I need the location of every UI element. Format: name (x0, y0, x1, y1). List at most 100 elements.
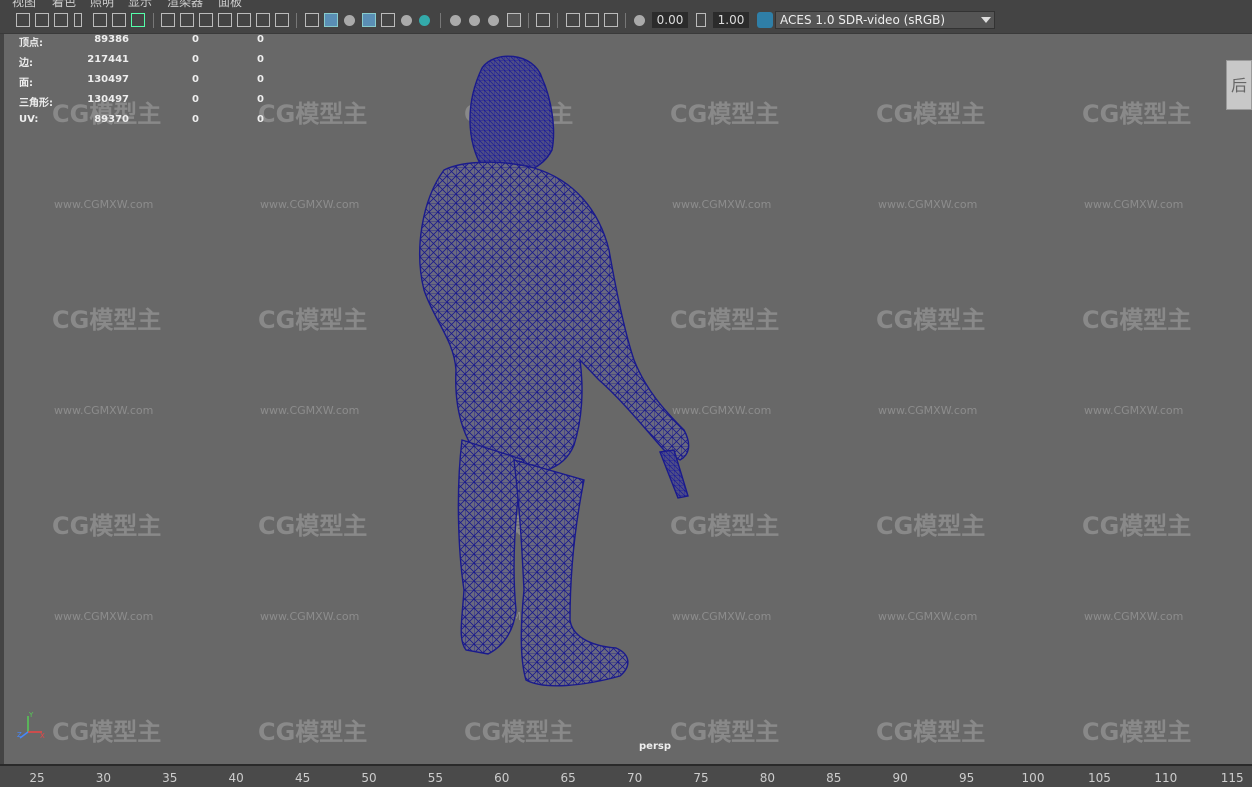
grease-pencil-icon[interactable] (131, 13, 145, 27)
shadows-icon[interactable] (419, 15, 430, 26)
timeline-tick-label: 65 (560, 771, 576, 785)
camera-name-label: persp (639, 741, 671, 752)
safe-title-icon[interactable] (275, 13, 289, 27)
axis-gizmo: Y Z X (17, 711, 45, 740)
hud-value: 0 (192, 54, 199, 65)
exposure-field[interactable]: 0.00 (652, 12, 688, 28)
hud-value: 0 (257, 54, 264, 65)
time-slider[interactable]: 25 30 35 40 45 50 55 60 65 70 75 80 85 90 95 100 105 110 1… (0, 764, 1252, 787)
camera-lock-icon[interactable] (35, 13, 49, 27)
resolution-gate-icon[interactable] (199, 13, 213, 27)
viewport-3d[interactable]: CG模型主 CG模型主 CG模型主 CG模型主 CG模型主 CG模型主 CG模型主 CG模型主… (4, 34, 1252, 764)
menu-shading[interactable]: 着色 (52, 0, 76, 8)
watermark-logo: CG模型主 (258, 306, 368, 334)
timeline-tick-label: 30 (95, 771, 112, 785)
timeline-tick-label: 40 (228, 771, 244, 785)
watermark-logo: CG模型主 (52, 306, 162, 334)
watermark-logo: CG模型主 (876, 100, 986, 128)
hud-value: 0 (257, 34, 264, 45)
hud-value: 89386 (94, 34, 129, 45)
hud-row: 边: 217441 0 0 (19, 54, 279, 74)
hud-label: 面: (19, 78, 33, 89)
color-management-select[interactable]: ACES 1.0 SDR-video (sRGB) (775, 11, 995, 29)
isolate-select-icon[interactable] (536, 13, 550, 27)
hud-value: 0 (192, 74, 199, 85)
axis-y-label: Y (28, 711, 34, 719)
hud-value: 89370 (94, 114, 129, 125)
timeline-tick-label: 35 (162, 771, 178, 785)
timeline-tick-label: 95 (958, 771, 975, 785)
color-management-value: ACES 1.0 SDR-video (sRGB) (780, 13, 946, 27)
timeline-tick-label: 105 (1087, 771, 1111, 785)
menu-show[interactable]: 显示 (128, 0, 152, 8)
timeline-tick-label: 50 (361, 771, 377, 785)
hud-value: 0 (192, 34, 199, 45)
gamma-icon[interactable] (696, 13, 706, 27)
watermark-logo: CG模型主 (876, 306, 986, 334)
image-plane-icon[interactable] (93, 13, 107, 27)
color-management-icon[interactable] (757, 12, 773, 28)
viewcube-label: 后 (1230, 76, 1247, 95)
default-material-icon[interactable] (344, 15, 355, 26)
panel-toolbar: 0.00 1.00 ACES 1.0 SDR-video (sRGB) (0, 8, 1252, 34)
anti-aliasing-icon[interactable] (488, 15, 499, 26)
watermark-url: www.CGMXW.com (54, 404, 154, 417)
hud-value: 217441 (87, 54, 129, 65)
lights-icon[interactable] (401, 15, 412, 26)
timeline-tick-label: 75 (693, 771, 709, 785)
watermark-logo: CG模型主 (1082, 718, 1192, 746)
gate-mask-icon[interactable] (218, 13, 232, 27)
watermark-url: www.CGMXW.com (878, 198, 978, 211)
gamma-field[interactable]: 1.00 (713, 12, 749, 28)
watermark-url: www.CGMXW.com (1084, 404, 1184, 417)
hud-value: 0 (257, 114, 264, 125)
wireframe-icon[interactable] (305, 13, 319, 27)
timeline-tick-label: 90 (892, 771, 908, 785)
character-wireframe-model[interactable] (384, 50, 714, 710)
hud-row: 三角形: 130497 0 0 (19, 94, 279, 114)
depth-of-field-icon[interactable] (507, 13, 521, 27)
textured-icon[interactable] (381, 13, 395, 27)
xray-icon[interactable] (566, 13, 580, 27)
menu-view[interactable]: 视图 (12, 0, 36, 8)
timeline-tick-label: 45 (294, 771, 311, 785)
timeline-tick-label: 85 (826, 771, 842, 785)
xray-joints-icon[interactable] (604, 13, 618, 27)
safe-action-icon[interactable] (256, 13, 270, 27)
bookmark-icon[interactable] (74, 13, 82, 27)
hud-row: UV: 89370 0 0 (19, 114, 279, 134)
menu-renderer[interactable]: 渲染器 (167, 0, 203, 8)
2d-pan-zoom-icon[interactable] (112, 13, 126, 27)
watermark-logo: CG模型主 (52, 718, 162, 746)
hud-row: 顶点: 89386 0 0 (19, 34, 279, 54)
watermark-url: www.CGMXW.com (260, 198, 360, 211)
exposure-icon[interactable] (634, 15, 645, 26)
film-gate-icon[interactable] (180, 13, 194, 27)
wireframe-on-shaded-icon[interactable] (362, 13, 376, 27)
watermark-logo: CG模型主 (1082, 512, 1192, 540)
ambient-occlusion-icon[interactable] (450, 15, 461, 26)
menu-bar: 视图 着色 照明 显示 渲染器 面板 (0, 0, 1252, 8)
camera-icon[interactable] (16, 13, 30, 27)
watermark-logo: CG模型主 (258, 718, 368, 746)
camera-attributes-icon[interactable] (54, 13, 68, 27)
field-chart-icon[interactable] (237, 13, 251, 27)
watermark-url: www.CGMXW.com (54, 610, 154, 623)
menu-lighting[interactable]: 照明 (90, 0, 114, 8)
timeline-tick-label: 80 (759, 771, 776, 785)
axis-x-label: X (40, 732, 45, 740)
viewcube[interactable]: 后 (1226, 60, 1252, 110)
motion-blur-icon[interactable] (469, 15, 480, 26)
timeline-tick-label: 70 (626, 771, 643, 785)
timeline-tick-label: 55 (427, 771, 444, 785)
watermark-logo: CG模型主 (1082, 306, 1192, 334)
grid-icon[interactable] (161, 13, 175, 27)
smooth-shade-icon[interactable] (324, 13, 338, 27)
xray-active-icon[interactable] (585, 13, 599, 27)
hud-value: 0 (192, 94, 199, 105)
hud-value: 130497 (87, 94, 129, 105)
hud-label: 三角形: (19, 98, 53, 109)
menu-panels[interactable]: 面板 (218, 0, 242, 8)
watermark-url: www.CGMXW.com (1084, 610, 1184, 623)
watermark-logo: CG模型主 (876, 718, 986, 746)
